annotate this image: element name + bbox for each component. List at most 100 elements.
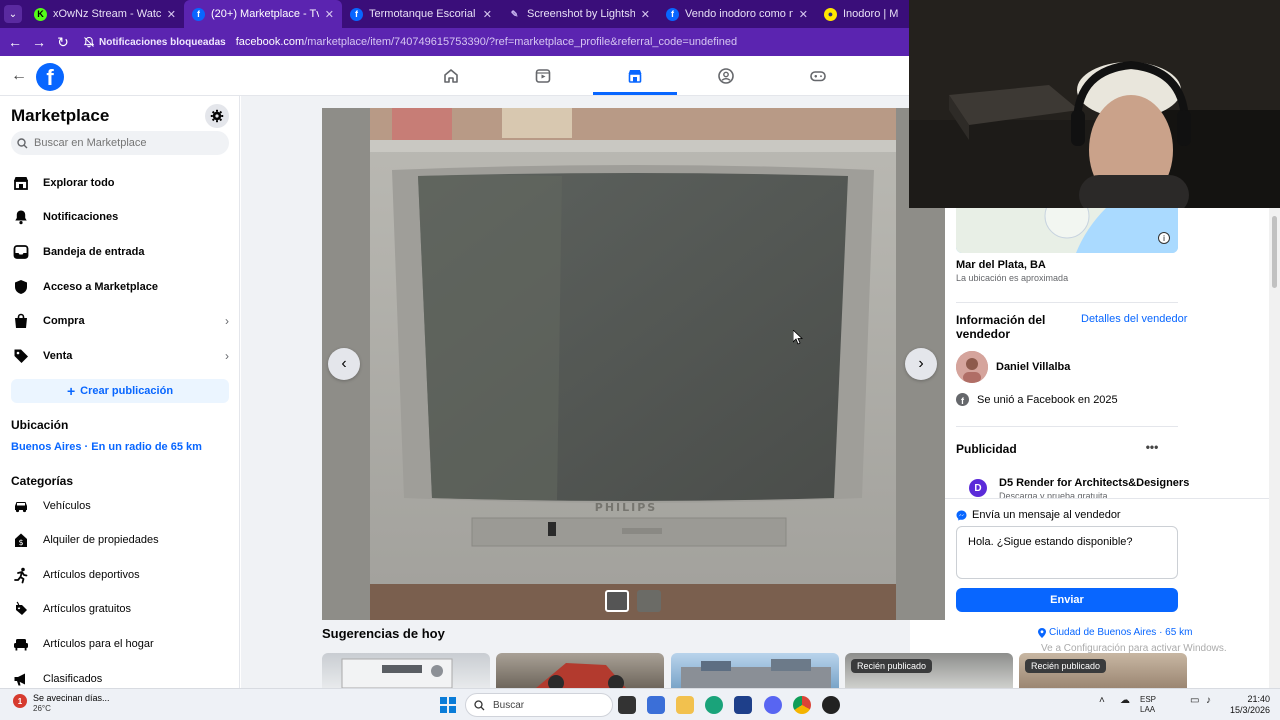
- chrome-icon[interactable]: [793, 696, 811, 714]
- more-options-icon[interactable]: •••: [1141, 436, 1163, 458]
- taskbar-search[interactable]: Buscar: [465, 693, 613, 717]
- marketplace-icon[interactable]: [623, 64, 647, 88]
- tab-search-button[interactable]: ⌄: [0, 0, 26, 28]
- sidebar-item-notifications[interactable]: Notificaciones: [11, 202, 231, 232]
- seller-name[interactable]: Daniel Villalba: [996, 361, 1070, 373]
- groups-icon[interactable]: [714, 64, 738, 88]
- create-listing-button[interactable]: + Crear publicación: [11, 379, 229, 403]
- back-arrow-icon[interactable]: ←: [9, 66, 29, 86]
- category-free-items[interactable]: Artículos gratuitos: [11, 594, 231, 624]
- message-input[interactable]: Hola. ¿Sigue estando disponible?: [956, 526, 1178, 579]
- close-icon[interactable]: ✕: [799, 8, 808, 21]
- sidebar-item-marketplace-access[interactable]: Acceso a Marketplace: [11, 272, 231, 302]
- tab-title: Screenshot by Lightshot: [527, 8, 635, 20]
- messenger-icon: [956, 510, 967, 520]
- shield-icon: [11, 277, 31, 297]
- close-icon[interactable]: ✕: [641, 8, 650, 21]
- info-icon[interactable]: i: [1158, 232, 1170, 244]
- seller-avatar[interactable]: [956, 351, 988, 383]
- volume-icon[interactable]: ♪: [1206, 695, 1211, 706]
- video-icon[interactable]: [531, 64, 555, 88]
- marketplace-search[interactable]: [11, 131, 229, 155]
- chevron-down-icon: ⌄: [4, 5, 22, 23]
- category-vehicles[interactable]: Vehículos: [11, 491, 231, 521]
- suggestion-card[interactable]: Recién publicado: [845, 653, 1013, 688]
- browser-tab[interactable]: ✎ Screenshot by Lightshot ✕: [500, 0, 658, 28]
- message-seller-label: Envía un mensaje al vendedor: [972, 509, 1121, 521]
- language-code: ESP: [1140, 695, 1157, 704]
- browser-tab[interactable]: f Vendo inodoro como nuevo Ca ✕: [658, 0, 816, 28]
- seller-details-link[interactable]: Detalles del vendedor: [1081, 313, 1187, 325]
- back-arrow-icon[interactable]: ←: [3, 34, 27, 50]
- browser-tab[interactable]: K xOwNz Stream - Watch Live on ✕: [26, 0, 184, 28]
- notifications-blocked-chip[interactable]: Notificaciones bloqueadas: [83, 36, 226, 48]
- facebook-icon: f: [192, 7, 205, 21]
- category-property-rentals[interactable]: $ Alquiler de propiedades: [11, 525, 231, 555]
- listing-photo[interactable]: PHILIPS: [322, 108, 945, 620]
- scrollbar-thumb[interactable]: [1272, 216, 1277, 288]
- search-input[interactable]: [34, 137, 214, 149]
- location-heading: Ubicación: [11, 418, 69, 432]
- sidebar-item-selling[interactable]: Venta ›: [11, 341, 231, 371]
- previous-photo-button[interactable]: ‹: [328, 348, 360, 380]
- mercadolibre-icon: ●: [824, 7, 837, 21]
- suggestion-card[interactable]: [671, 653, 839, 688]
- browser-tab[interactable]: ● Inodoro | Mercadol: [816, 0, 906, 28]
- windows-start-icon[interactable]: [440, 697, 456, 713]
- chevron-up-icon[interactable]: ˄: [1099, 695, 1105, 706]
- edge-browser-icon[interactable]: [705, 696, 723, 714]
- category-home-goods[interactable]: Artículos para el hogar: [11, 629, 231, 659]
- settings-button[interactable]: [205, 104, 229, 128]
- suggestion-card[interactable]: [496, 653, 664, 688]
- category-sporting-goods[interactable]: Artículos deportivos: [11, 560, 231, 590]
- browser-tab[interactable]: f Termotanque Escorial - Respira ✕: [342, 0, 500, 28]
- tag-icon: [11, 346, 31, 366]
- suggestions-location-link[interactable]: Ciudad de Buenos Aires · 65 km: [1038, 627, 1192, 638]
- reload-icon[interactable]: ↻: [51, 34, 75, 51]
- suggestion-card[interactable]: [322, 653, 490, 688]
- facebook-logo[interactable]: f: [36, 63, 64, 91]
- send-button[interactable]: Enviar: [956, 588, 1178, 612]
- browser-tab-active[interactable]: f (20+) Marketplace - Tv 29 pulg ✕: [184, 0, 342, 28]
- close-icon[interactable]: ✕: [483, 8, 492, 21]
- location-map[interactable]: i: [956, 208, 1178, 253]
- sidebar-item-inbox[interactable]: Bandeja de entrada: [11, 237, 231, 267]
- weather-widget[interactable]: 1 Se avecinan días... 26°C: [13, 692, 110, 713]
- system-clock[interactable]: 21:40 15/3/2026: [1220, 694, 1270, 716]
- page-scrollbar[interactable]: [1269, 208, 1280, 688]
- sidebar-item-explore[interactable]: Explorar todo: [11, 168, 231, 198]
- network-icon[interactable]: ▭: [1190, 695, 1199, 706]
- home-icon[interactable]: [439, 64, 463, 88]
- store-icon[interactable]: [734, 696, 752, 714]
- ad-brand-logo[interactable]: D: [969, 479, 987, 497]
- gaming-icon[interactable]: [806, 64, 830, 88]
- listing-details-panel: i Mar del Plata, BA La ubicación es apro…: [945, 208, 1280, 620]
- car-icon: [11, 496, 31, 516]
- photo-thumbnail[interactable]: [605, 590, 629, 612]
- category-classifieds[interactable]: Clasificados: [11, 664, 231, 688]
- obs-icon[interactable]: [822, 696, 840, 714]
- task-view-icon[interactable]: [618, 696, 636, 714]
- widgets-icon[interactable]: [647, 696, 665, 714]
- location-filter-link[interactable]: Buenos Aires · En un radio de 65 km: [11, 441, 202, 453]
- close-icon[interactable]: ✕: [325, 8, 334, 21]
- url-path: /marketplace/item/740749615753390/?ref=m…: [304, 36, 738, 48]
- input-language[interactable]: ESP LAA: [1140, 695, 1156, 715]
- sidebar-item-label: Compra: [43, 315, 85, 327]
- url-field[interactable]: facebook.com/marketplace/item/7407496157…: [236, 36, 737, 48]
- notifications-chip-label: Notificaciones bloqueadas: [99, 36, 226, 48]
- sidebar-item-buying[interactable]: Compra ›: [11, 306, 231, 336]
- gift-tag-icon: [11, 599, 31, 619]
- active-tab-indicator: [593, 92, 677, 95]
- ad-title[interactable]: D5 Render for Architects&Designers: [999, 477, 1189, 489]
- next-photo-button[interactable]: ›: [905, 348, 937, 380]
- discord-icon[interactable]: [764, 696, 782, 714]
- forward-arrow-icon[interactable]: →: [27, 34, 51, 50]
- cloud-icon[interactable]: ☁: [1120, 695, 1130, 706]
- photo-thumbnail[interactable]: [637, 590, 661, 612]
- listing-location: Mar del Plata, BA: [956, 259, 1046, 271]
- close-icon[interactable]: ✕: [167, 8, 176, 21]
- suggestion-card[interactable]: Recién publicado: [1019, 653, 1187, 688]
- file-explorer-icon[interactable]: [676, 696, 694, 714]
- webcam-overlay: [909, 0, 1280, 208]
